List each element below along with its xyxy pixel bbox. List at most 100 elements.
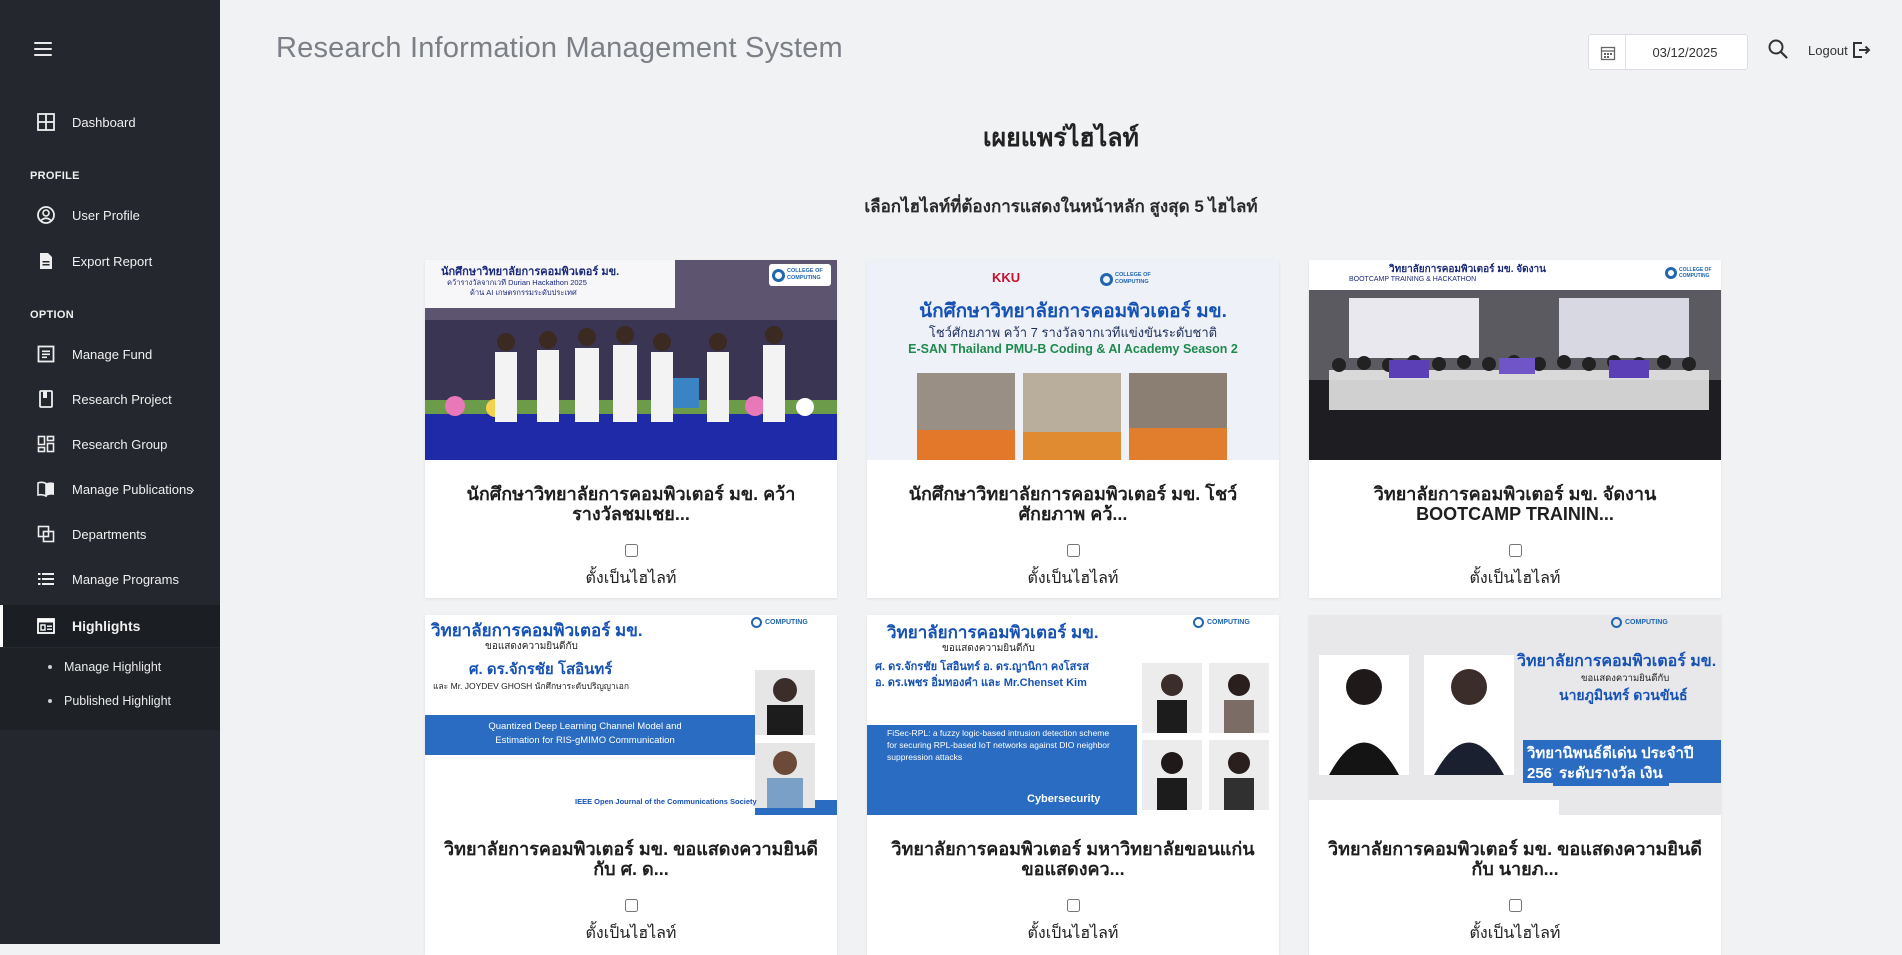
banner-line: ขอแสดงความยินดีกับ bbox=[942, 643, 1035, 654]
grid-icon bbox=[36, 434, 56, 454]
highlight-caption: วิทยาลัยการคอมพิวเตอร์ มข. ขอแสดงความยิน… bbox=[444, 839, 818, 879]
logo-icon bbox=[1100, 272, 1113, 286]
list-box-icon bbox=[36, 344, 56, 364]
banner-journal: Cybersecurity bbox=[1027, 793, 1101, 805]
sidebar-subitem-published-highlight[interactable]: Published Highlight bbox=[0, 687, 220, 715]
sidebar-item-manage-publications[interactable]: Manage Publications › bbox=[0, 469, 220, 509]
highlight-image[interactable]: นักศึกษาวิทยาลัยการคอมพิวเตอร์ มข. คว้าร… bbox=[425, 260, 837, 460]
book-icon bbox=[36, 389, 56, 409]
kku-logo: KKU bbox=[992, 270, 1021, 285]
sidebar-item-label: Manage Programs bbox=[72, 571, 179, 587]
sidebar-item-research-project[interactable]: Research Project bbox=[0, 379, 220, 419]
logo-text: COLLEGE OF COMPUTING bbox=[787, 268, 823, 281]
date-divider bbox=[1625, 35, 1626, 69]
banner-name: นายภูมินทร์ ดวนขันธ์ bbox=[1559, 687, 1688, 703]
logo-text: COMPUTING bbox=[1625, 618, 1668, 626]
open-book-icon bbox=[36, 479, 56, 499]
dashboard-icon bbox=[36, 112, 56, 132]
college-logo: COMPUTING bbox=[1193, 615, 1273, 629]
logo-icon bbox=[1193, 616, 1204, 628]
sidebar-item-manage-fund[interactable]: Manage Fund bbox=[0, 334, 220, 374]
sidebar-item-label: Export Report bbox=[72, 253, 153, 269]
highlight-card: วิทยาลัยการคอมพิวเตอร์ มข. จัดงาน BOOTCA… bbox=[1309, 260, 1721, 598]
sidebar-item-label: Research Project bbox=[72, 391, 172, 407]
highlight-card: วิทยาลัยการคอมพิวเตอร์ มข. ขอแสดงความยิน… bbox=[1309, 615, 1721, 955]
highlight-card: KKU COLLEGE OF COMPUTING นักศึกษาวิทยาลั… bbox=[867, 260, 1279, 598]
highlight-caption: วิทยาลัยการคอมพิวเตอร์ มข. จัดงาน BOOTCA… bbox=[1373, 484, 1657, 524]
set-highlight-checkbox[interactable] bbox=[624, 899, 638, 912]
highlight-image[interactable]: วิทยาลัยการคอมพิวเตอร์ มข. จัดงาน BOOTCA… bbox=[1309, 260, 1721, 460]
sidebar-item-manage-programs[interactable]: Manage Programs bbox=[0, 559, 220, 599]
college-logo: COMPUTING bbox=[751, 615, 831, 629]
set-highlight-checkbox[interactable] bbox=[1508, 899, 1522, 912]
app-title: Research Information Management System bbox=[276, 32, 843, 64]
highlight-caption: วิทยาลัยการคอมพิวเตอร์ มหาวิทยาลัยขอนแก่… bbox=[891, 839, 1255, 879]
sidebar-subitem-manage-highlight[interactable]: Manage Highlight bbox=[0, 653, 220, 681]
sidebar-item-label: Highlights bbox=[72, 618, 141, 634]
banner-name: อ. ดร.เพชร อิ่มทองคำ และ Mr.Chenset Kim bbox=[875, 677, 1087, 689]
set-highlight-label: ตั้งเป็นไฮไลท์ bbox=[1469, 570, 1561, 587]
banner-line: ขอแสดงความยินดีกับ bbox=[485, 641, 578, 652]
page-title: เผยแพร่ไฮไลท์ bbox=[982, 124, 1140, 152]
set-highlight-label: ตั้งเป็นไฮไลท์ bbox=[585, 925, 677, 942]
newspaper-icon bbox=[36, 616, 56, 636]
calendar-icon[interactable] bbox=[1599, 44, 1617, 62]
chevron-right-icon: › bbox=[190, 481, 195, 497]
logout-button[interactable]: Logout bbox=[1808, 41, 1872, 59]
highlight-image[interactable]: KKU COLLEGE OF COMPUTING นักศึกษาวิทยาลั… bbox=[867, 260, 1279, 460]
set-highlight-checkbox[interactable] bbox=[1066, 544, 1080, 557]
highlight-caption: วิทยาลัยการคอมพิวเตอร์ มข. ขอแสดงความยิน… bbox=[1328, 839, 1702, 879]
sidebar-item-dashboard[interactable]: Dashboard bbox=[0, 102, 220, 142]
set-highlight-label: ตั้งเป็นไฮไลท์ bbox=[1027, 570, 1119, 587]
sidebar-item-export-report[interactable]: Export Report bbox=[0, 241, 220, 281]
hamburger-menu-icon[interactable] bbox=[34, 42, 52, 56]
highlight-caption: นักศึกษาวิทยาลัยการคอมพิวเตอร์ มข. คว้าร… bbox=[466, 484, 796, 524]
document-icon bbox=[36, 251, 56, 271]
logo-icon bbox=[772, 268, 785, 282]
banner-name: ศ. ดร.จักรชัย โสอินทร์ bbox=[469, 661, 613, 678]
set-highlight-checkbox[interactable] bbox=[1508, 544, 1522, 557]
sidebar-item-research-group[interactable]: Research Group bbox=[0, 424, 220, 464]
highlights-submenu: Manage Highlight Published Highlight bbox=[0, 648, 220, 730]
logo-text: COMPUTING bbox=[1207, 618, 1250, 626]
highlight-card: วิทยาลัยการคอมพิวเตอร์ มข. ขอแสดงความยิน… bbox=[425, 615, 837, 955]
logout-label: Logout bbox=[1808, 42, 1848, 58]
section-title-profile: PROFILE bbox=[30, 170, 80, 182]
bullet-list-icon bbox=[36, 569, 56, 589]
highlight-image[interactable]: วิทยาลัยการคอมพิวเตอร์ มข. ขอแสดงความยิน… bbox=[1309, 615, 1721, 815]
sidebar-item-highlights[interactable]: Highlights bbox=[0, 605, 220, 647]
date-picker[interactable] bbox=[1588, 34, 1748, 70]
logout-icon bbox=[1852, 42, 1871, 58]
banner-line: BOOTCAMP TRAINING & HACKATHON bbox=[1349, 276, 1477, 283]
highlight-caption: นักศึกษาวิทยาลัยการคอมพิวเตอร์ มข. โชว์ศ… bbox=[908, 484, 1238, 524]
user-circle-icon bbox=[36, 205, 56, 225]
sidebar-item-label: Dashboard bbox=[72, 114, 136, 130]
sidebar-item-label: User Profile bbox=[72, 207, 140, 223]
logo-text: COLLEGE OF COMPUTING bbox=[1115, 272, 1151, 285]
sidebar-item-user-profile[interactable]: User Profile bbox=[0, 195, 220, 235]
sidebar-subitem-label: Published Highlight bbox=[64, 694, 172, 708]
college-logo: COLLEGE OF COMPUTING bbox=[1665, 263, 1715, 283]
bullet-dot-icon bbox=[48, 665, 52, 669]
section-title-option: OPTION bbox=[30, 309, 74, 321]
banner-box: FiSec-RPL: a fuzzy logic-based intrusion… bbox=[887, 728, 1110, 762]
highlight-image[interactable]: วิทยาลัยการคอมพิวเตอร์ มข. ขอแสดงความยิน… bbox=[867, 615, 1279, 815]
set-highlight-label: ตั้งเป็นไฮไลท์ bbox=[1027, 925, 1119, 942]
date-input[interactable] bbox=[1629, 41, 1741, 63]
banner-box: Quantized Deep Learning Channel Model an… bbox=[488, 721, 682, 746]
college-logo: COMPUTING bbox=[1611, 615, 1691, 629]
sidebar-item-label: Research Group bbox=[72, 436, 168, 452]
banner-line: โชว์ศักยภาพ คว้า 7 รางวัลจากเวทีแข่งขันร… bbox=[928, 325, 1218, 340]
banner-award: ระดับรางวัล เงิน bbox=[1553, 760, 1669, 786]
set-highlight-checkbox[interactable] bbox=[624, 544, 638, 557]
sidebar-subitem-label: Manage Highlight bbox=[64, 660, 162, 674]
logo-icon bbox=[1665, 267, 1677, 279]
search-icon[interactable] bbox=[1767, 38, 1789, 60]
set-highlight-checkbox[interactable] bbox=[1066, 899, 1080, 912]
page-subtitle: เลือกไฮไลท์ที่ต้องการแสดงในหน้าหลัก สูงส… bbox=[864, 197, 1258, 216]
banner-line: E-SAN Thailand PMU-B Coding & AI Academy… bbox=[908, 342, 1238, 356]
sidebar: Dashboard PROFILE User Profile Export Re… bbox=[0, 0, 220, 944]
sidebar-item-label: Departments bbox=[72, 526, 147, 542]
highlight-image[interactable]: วิทยาลัยการคอมพิวเตอร์ มข. ขอแสดงความยิน… bbox=[425, 615, 837, 815]
sidebar-item-departments[interactable]: Departments bbox=[0, 514, 220, 554]
